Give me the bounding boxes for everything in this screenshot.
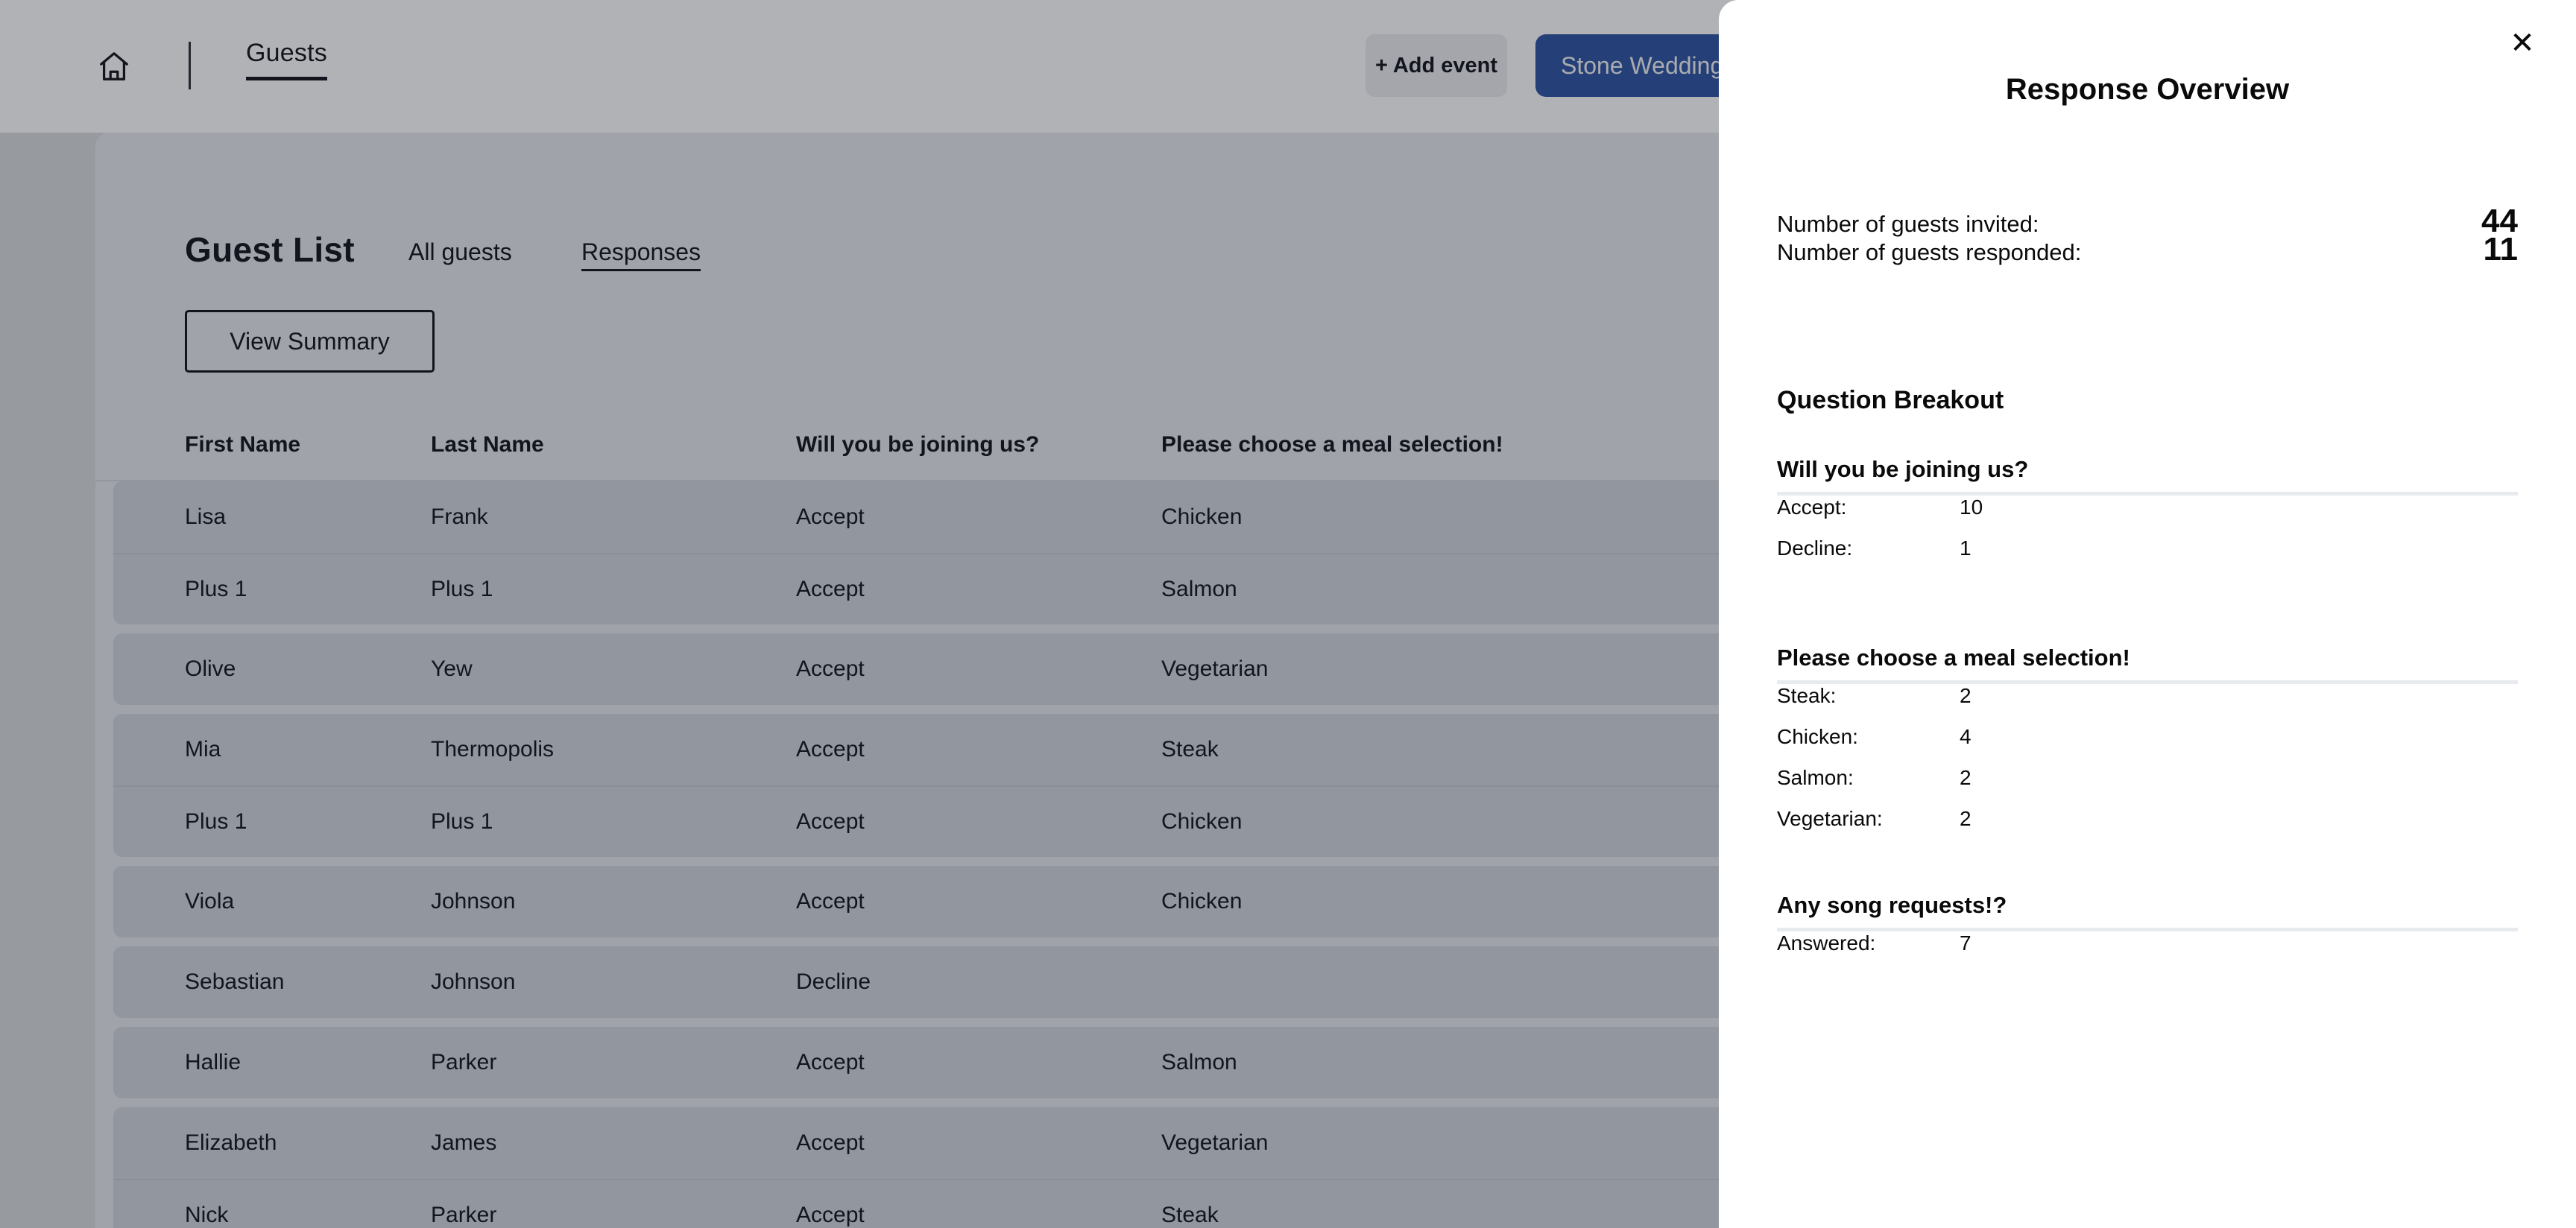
question-title: Will you be joining us? <box>1777 456 2518 496</box>
answer-label: Steak: <box>1777 684 1837 707</box>
question-rows: Steak: 2 Chicken: 4 Salmon: 2 Vegetarian: 2 <box>1777 684 2518 848</box>
answer-count: 7 <box>1960 931 1972 955</box>
answer-label: Answered: <box>1777 931 1876 955</box>
answer-label: Salmon: <box>1777 766 1854 789</box>
answer-count: 2 <box>1960 684 1972 707</box>
question-title: Any song requests!? <box>1777 892 2518 931</box>
question-answer-row: Accept: 10 <box>1777 496 2518 537</box>
answer-count: 2 <box>1960 807 1972 830</box>
answer-label: Decline: <box>1777 537 1853 560</box>
answer-label: Accept: <box>1777 496 1847 519</box>
question-block-meal: Please choose a meal selection! Steak: 2 C… <box>1777 645 2518 848</box>
question-answer-row: Vegetarian: 2 <box>1777 807 2518 848</box>
summary-guests-responded-label: Number of guests responded: <box>1777 239 2082 265</box>
question-answer-row: Answered: 7 <box>1777 931 2518 972</box>
question-block-attendance: Will you be joining us? Accept: 10 Decline… <box>1777 456 2518 577</box>
answer-label: Chicken: <box>1777 725 1858 748</box>
close-icon[interactable]: ✕ <box>2501 22 2543 64</box>
answer-count: 4 <box>1960 725 1972 748</box>
summary-guests-responded-value: 11 <box>2483 231 2518 268</box>
question-answer-row: Steak: 2 <box>1777 684 2518 725</box>
question-block-song: Any song requests!? Answered: 7 <box>1777 892 2518 972</box>
question-rows: Answered: 7 <box>1777 931 2518 972</box>
panel-title: Response Overview <box>2005 73 2290 106</box>
question-answer-row: Chicken: 4 <box>1777 725 2518 766</box>
answer-count: 2 <box>1960 766 1972 789</box>
answer-count: 1 <box>1960 537 1972 560</box>
question-breakout-title: Question Breakout <box>1777 386 2004 414</box>
question-answer-row: Decline: 1 <box>1777 537 2518 577</box>
question-title: Please choose a meal selection! <box>1777 645 2518 684</box>
response-overview-panel: ✕ Response Overview Number of guests inv… <box>1719 0 2576 1228</box>
answer-label: Vegetarian: <box>1777 807 1883 830</box>
question-rows: Accept: 10 Decline: 1 <box>1777 496 2518 577</box>
screen: Guests + Add event Stone Wedding Guest L… <box>0 0 2576 1228</box>
question-answer-row: Salmon: 2 <box>1777 766 2518 807</box>
summary-guests-responded: Number of guests responded: 11 <box>1777 231 2518 268</box>
answer-count: 10 <box>1960 496 1983 519</box>
